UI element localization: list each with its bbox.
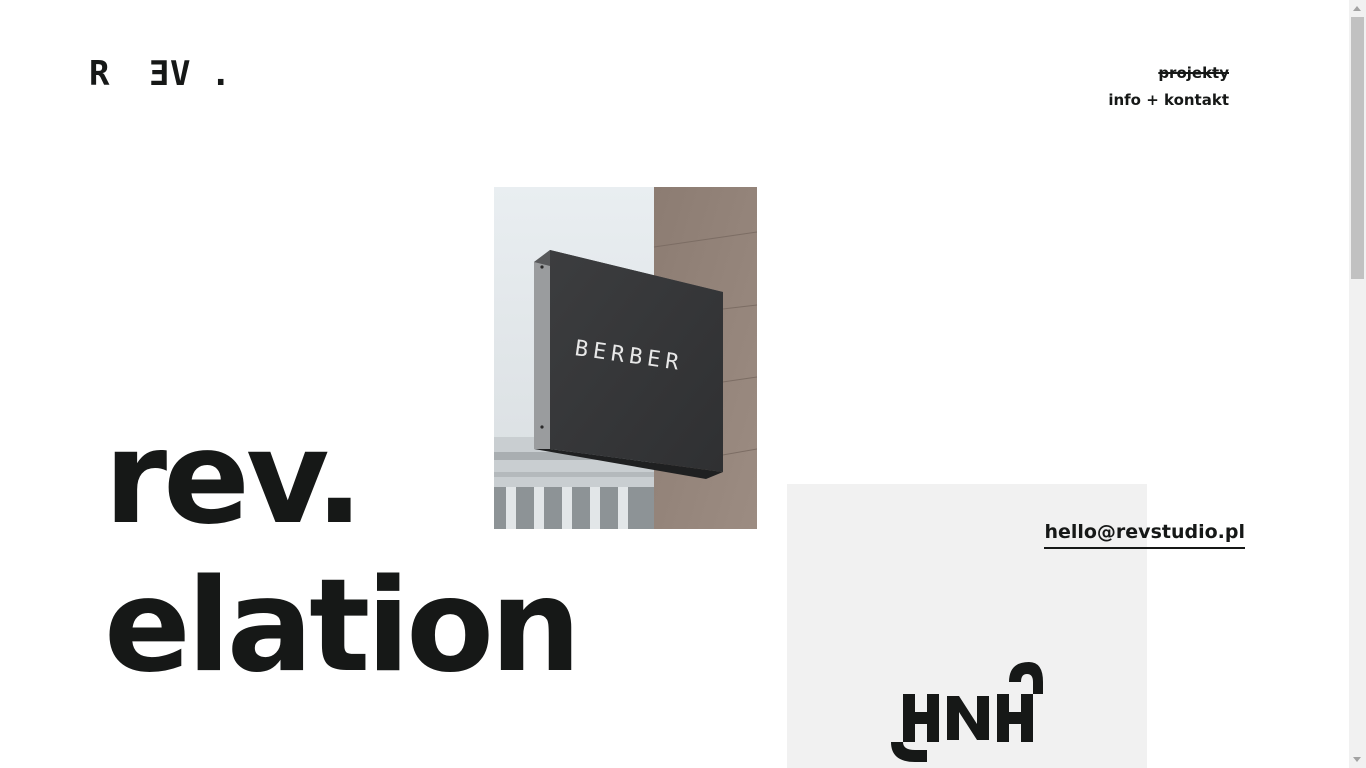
scrollbar-thumb[interactable] xyxy=(1351,17,1364,279)
main-nav: projekty info + kontakt xyxy=(1108,60,1229,114)
page: REV. projekty info + kontakt BERBER rev.… xyxy=(0,0,1349,768)
chevron-down-icon[interactable] xyxy=(1353,757,1361,762)
logo-letter-v: V xyxy=(169,54,211,94)
nav-item-info-kontakt[interactable]: info + kontakt xyxy=(1108,87,1229,114)
logo-letter-r: R xyxy=(89,54,130,94)
chevron-up-icon[interactable] xyxy=(1353,6,1361,11)
page-scrollbar[interactable] xyxy=(1349,0,1366,768)
nav-item-projekty[interactable]: projekty xyxy=(1108,60,1229,87)
contact-email-link[interactable]: hello@revstudio.pl xyxy=(1044,518,1245,549)
brand-logo[interactable]: REV. xyxy=(89,54,251,94)
hero-line-2: elation xyxy=(104,552,581,701)
hero-headline: rev. elation xyxy=(104,404,581,701)
hero-line-1: rev. xyxy=(104,404,364,553)
logo-dot: . xyxy=(210,54,251,94)
logo-letter-e: E xyxy=(129,54,170,94)
